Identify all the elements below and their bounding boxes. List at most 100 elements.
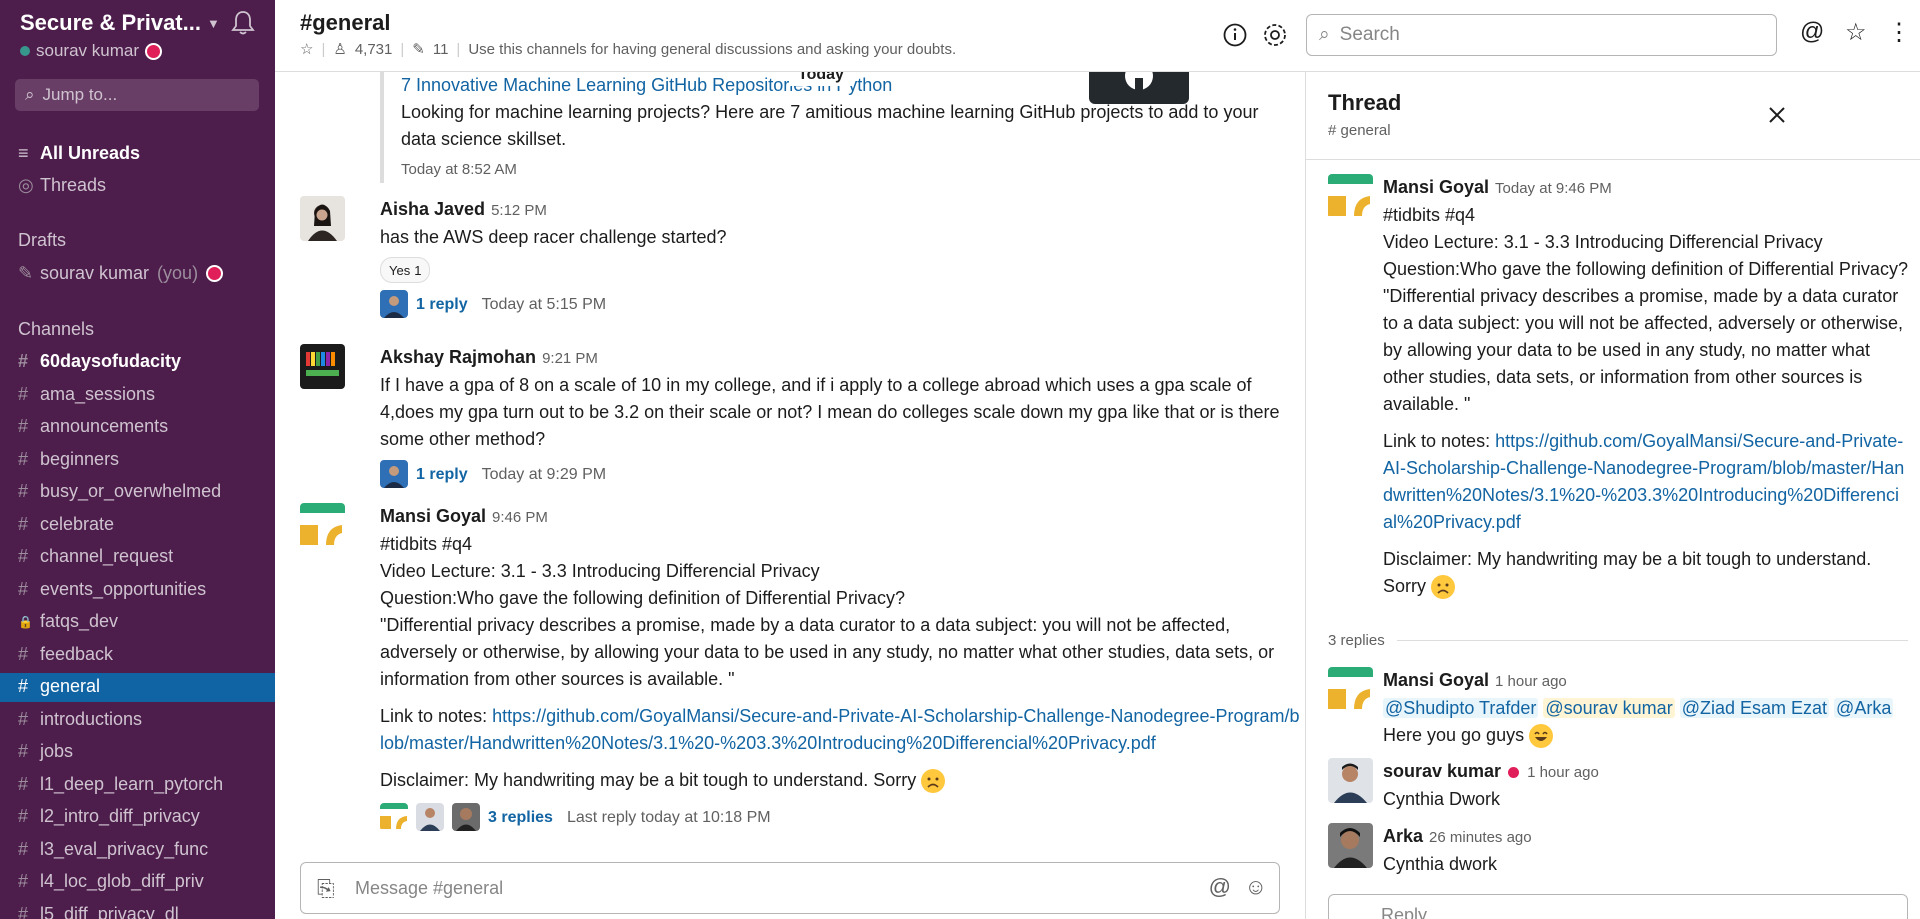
close-icon[interactable] — [1766, 104, 1788, 126]
message-time[interactable]: 1 hour ago — [1527, 764, 1599, 781]
link-label: Link to notes: — [380, 706, 488, 726]
thread-summary[interactable]: 1 reply Today at 9:29 PM — [380, 459, 1300, 489]
thread-parent-message: Mansi Goyal Today at 9:46 PM #tidbits #q4… — [1328, 174, 1908, 614]
sidebar-item-l1-deep-learn-pytorch[interactable]: # l1_deep_learn_pytorch — [18, 774, 223, 795]
sidebar-item-all-unreads[interactable]: ≡ All Unreads — [18, 143, 140, 164]
mention-icon[interactable]: @ — [1209, 874, 1231, 900]
avatar[interactable] — [300, 503, 345, 548]
message-time[interactable]: 9:21 PM — [542, 350, 598, 367]
notes-link-line: Link to notes: https://github.com/GoyalM… — [1383, 428, 1908, 536]
member-count[interactable]: 4,731 — [355, 41, 393, 58]
message-time[interactable]: 9:46 PM — [492, 509, 548, 526]
sidebar-item-beginners[interactable]: # beginners — [18, 449, 119, 470]
sidebar-item-l3-eval-privacy-func[interactable]: # l3_eval_privacy_func — [18, 839, 208, 860]
sidebar-item-jobs[interactable]: # jobs — [18, 741, 73, 762]
mention[interactable]: @Ziad Esam Ezat — [1679, 698, 1830, 718]
notes-link[interactable]: https://github.com/GoyalMansi/Secure-and… — [380, 706, 1299, 753]
current-user[interactable]: sourav kumar — [20, 41, 162, 61]
avatar[interactable] — [300, 344, 345, 389]
lock-icon: 🔒 — [18, 614, 33, 629]
link-preview-thumbnail[interactable] — [1089, 72, 1189, 104]
gear-icon[interactable] — [1262, 22, 1288, 48]
workspace-switcher[interactable]: Secure & Privat... ▼ — [20, 10, 220, 36]
message-time[interactable]: Today at 9:46 PM — [1495, 180, 1612, 197]
message-time[interactable]: 5:12 PM — [491, 202, 547, 219]
message-author[interactable]: Mansi Goyal — [1383, 177, 1489, 197]
sidebar-item-ama-sessions[interactable]: # ama_sessions — [18, 384, 155, 405]
avatar[interactable] — [1328, 667, 1373, 712]
sidebar-item-threads[interactable]: ◎ Threads — [18, 175, 106, 196]
avatar[interactable] — [300, 196, 345, 241]
sidebar-item-l5-diff-privacy-dl[interactable]: # l5_diff_privacy_dl — [18, 904, 179, 919]
message-author[interactable]: Akshay Rajmohan — [380, 347, 536, 367]
mention[interactable]: @Arka — [1834, 698, 1894, 718]
reaction-pill[interactable]: Yes 1 — [380, 257, 431, 283]
members-icon[interactable]: ♙ — [333, 40, 346, 58]
more-icon[interactable]: ⋮ — [1887, 18, 1913, 46]
thread-reply-input[interactable]: Reply... — [1328, 894, 1908, 919]
emoji-icon[interactable]: ☺ — [1245, 874, 1267, 900]
message-author[interactable]: Arka — [1383, 826, 1423, 846]
avatar[interactable] — [1328, 174, 1373, 219]
channel-title[interactable]: #general — [300, 10, 391, 36]
thread-title: Thread — [1328, 90, 1402, 115]
sidebar-item-events-opportunities[interactable]: # events_opportunities — [18, 579, 206, 600]
avatar[interactable] — [1328, 823, 1373, 868]
drafts-heading[interactable]: Drafts — [18, 230, 66, 251]
sidebar-item-general[interactable]: # general — [18, 676, 100, 697]
reply-count-link[interactable]: 1 reply — [416, 461, 468, 488]
message-time[interactable]: 1 hour ago — [1495, 673, 1567, 690]
status-emoji-icon — [144, 42, 162, 60]
starred-icon[interactable]: ☆ — [1845, 18, 1871, 46]
bell-icon[interactable] — [231, 10, 255, 36]
pin-icon[interactable]: ✎ — [412, 40, 425, 58]
thread-pane: Thread # general Mansi Goyal Today at 9:4… — [1305, 72, 1920, 919]
message-author[interactable]: Mansi Goyal — [1383, 670, 1489, 690]
sidebar-item-l4-loc-glob-diff-priv[interactable]: # l4_loc_glob_diff_priv — [18, 871, 204, 892]
mention[interactable]: @sourav kumar — [1543, 698, 1675, 718]
sidebar-item-announcements[interactable]: # announcements — [18, 416, 168, 437]
sidebar-item-draft[interactable]: ✎ sourav kumar (you) — [18, 263, 224, 284]
search-placeholder: Search — [1339, 24, 1400, 45]
channels-heading[interactable]: Channels — [18, 319, 94, 340]
sidebar-item-channel-request[interactable]: # channel_request — [18, 546, 173, 567]
channel-topic[interactable]: Use this channels for having general dis… — [468, 41, 956, 58]
sidebar-item-60daysofudacity[interactable]: #60daysofudacity — [18, 351, 181, 372]
thread-summary[interactable]: 1 reply Today at 5:15 PM — [380, 289, 1300, 319]
message-author[interactable]: Aisha Javed — [380, 199, 485, 219]
thread-channel[interactable]: # general — [1328, 122, 1391, 139]
sidebar-item-label: announcements — [40, 416, 169, 436]
search-icon: ⌕ — [1319, 24, 1330, 45]
thread-reply: sourav kumar 1 hour ago Cynthia Dwork — [1328, 758, 1908, 813]
reply-count-link[interactable]: 3 replies — [488, 804, 553, 831]
search-input[interactable]: ⌕ Search — [1306, 14, 1777, 56]
info-icon[interactable] — [1222, 22, 1248, 48]
star-icon[interactable]: ☆ — [300, 40, 313, 58]
sidebar-item-label: fatqs_dev — [40, 611, 119, 631]
threads-icon: ◎ — [18, 175, 34, 195]
thread-summary[interactable]: 3 replies Last reply today at 10:18 PM — [380, 802, 1300, 832]
chevron-down-icon: ▼ — [206, 15, 220, 31]
sidebar-item-celebrate[interactable]: # celebrate — [18, 514, 114, 535]
paperclip-icon[interactable]: ⎘ — [317, 876, 335, 902]
thread-reply: Arka 26 minutes ago Cynthia dwork — [1328, 823, 1908, 878]
message-author[interactable]: sourav kumar — [1383, 761, 1501, 781]
jump-to-button[interactable]: ⌕ Jump to... — [15, 79, 259, 111]
mention[interactable]: @Shudipto Trafder — [1383, 698, 1539, 718]
link-preview-time[interactable]: Today at 8:52 AM — [401, 156, 1290, 183]
sidebar-item-label: beginners — [40, 449, 120, 469]
sidebar-item-l2-intro-diff-privacy[interactable]: # l2_intro_diff_privacy — [18, 806, 200, 827]
message-composer[interactable]: ⎘ Message #general @ ☺ — [300, 862, 1280, 914]
message-author[interactable]: Mansi Goyal — [380, 506, 486, 526]
sidebar-item-fatqs-dev[interactable]: 🔒 fatqs_dev — [18, 611, 118, 632]
avatar[interactable] — [1328, 758, 1373, 803]
mentions-icon[interactable]: @ — [1800, 18, 1826, 45]
avatar — [380, 803, 408, 831]
sidebar-item-introductions[interactable]: # introductions — [18, 709, 142, 730]
sidebar-item-label: celebrate — [40, 514, 115, 534]
reply-count-link[interactable]: 1 reply — [416, 291, 468, 318]
pin-count[interactable]: 11 — [433, 41, 449, 58]
message-time[interactable]: 26 minutes ago — [1429, 829, 1532, 846]
sidebar-item-busy-or-overwhelmed[interactable]: # busy_or_overwhelmed — [18, 481, 221, 502]
sidebar-item-feedback[interactable]: # feedback — [18, 644, 113, 665]
